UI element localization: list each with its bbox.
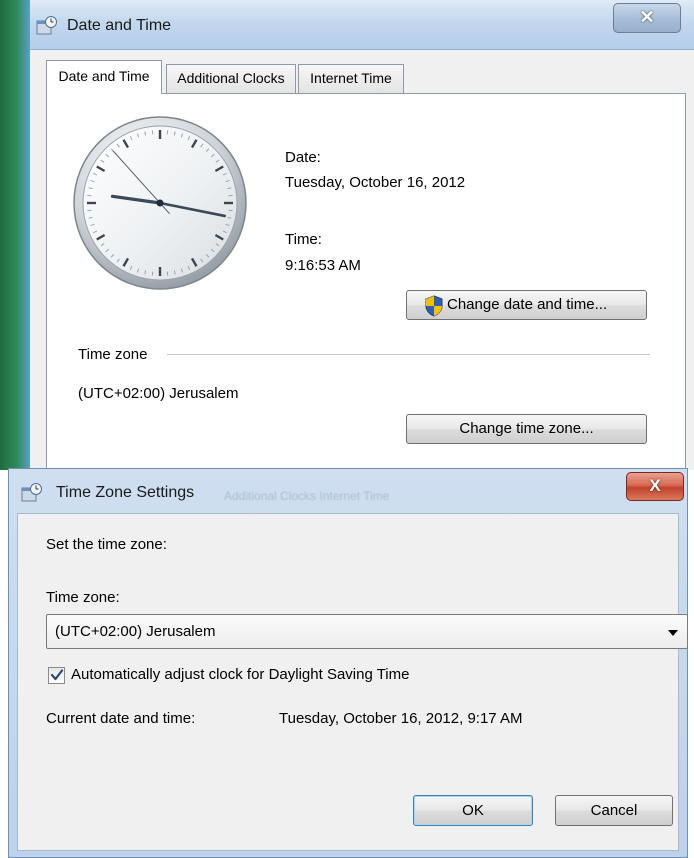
close-icon: ✕ [639, 7, 655, 27]
dst-checkbox[interactable] [48, 667, 65, 684]
change-date-and-time-button[interactable]: Change date and time... [406, 290, 647, 320]
current-date-time-label: Current date and time: [46, 710, 196, 727]
cancel-label: Cancel [590, 802, 638, 819]
time-zone-selected: (UTC+02:00) Jerusalem [55, 623, 216, 640]
analog-clock [71, 114, 249, 292]
date-time-app-icon [36, 16, 58, 36]
date-time-app-icon [21, 483, 43, 503]
instruction-text: Set the time zone: [46, 536, 167, 553]
time-zone-titlebar[interactable]: Time Zone Settings Additional Clocks Int… [9, 469, 687, 513]
time-zone-divider [167, 354, 650, 355]
time-zone-settings-window: Time Zone Settings Additional Clocks Int… [8, 468, 688, 858]
time-value: 9:16:53 AM [285, 257, 361, 274]
time-zone-label: Time zone: [46, 589, 120, 606]
tab-internet-time[interactable]: Internet Time [298, 64, 404, 93]
time-zone-body: Set the time zone: Time zone: (UTC+02:00… [17, 513, 688, 851]
date-value: Tuesday, October 16, 2012 [285, 174, 466, 191]
ok-button[interactable]: OK [413, 795, 533, 826]
clock-center [156, 199, 164, 207]
time-label: Time: [285, 231, 322, 248]
date-time-tab-panel: Date: Tuesday, October 16, 2012 Time: 9:… [46, 93, 686, 473]
dst-checkbox-label[interactable]: Automatically adjust clock for Daylight … [71, 666, 409, 683]
desktop-edge [0, 0, 30, 470]
time-zone-heading: Time zone [78, 346, 148, 363]
time-zone-dropdown[interactable]: (UTC+02:00) Jerusalem [46, 614, 688, 649]
window-title: Time Zone Settings [56, 484, 195, 501]
close-icon: X [649, 476, 661, 495]
tab-label: Date and Time [58, 68, 150, 84]
date-label: Date: [285, 149, 321, 166]
dropdown-arrow-icon [668, 630, 678, 636]
ok-label: OK [462, 802, 484, 819]
tab-label: Internet Time [310, 70, 392, 86]
close-button[interactable]: ✕ [613, 3, 681, 33]
close-button[interactable]: X [626, 472, 684, 501]
current-date-time-value: Tuesday, October 16, 2012, 9:17 AM [279, 710, 523, 727]
window-title: Date and Time [67, 17, 172, 34]
change-time-zone-button[interactable]: Change time zone... [406, 414, 647, 444]
tab-date-and-time[interactable]: Date and Time [46, 60, 162, 94]
ghost-tab-text: Additional Clocks Internet Time [224, 489, 390, 503]
change-date-and-time-label: Change date and time... [447, 296, 608, 313]
cancel-button[interactable]: Cancel [555, 795, 673, 826]
check-icon [50, 669, 64, 681]
date-time-titlebar[interactable]: Date and Time ✕ [30, 0, 694, 50]
change-time-zone-label: Change time zone... [459, 420, 594, 437]
tab-label: Additional Clocks [177, 70, 285, 86]
date-time-window: Date and Time ✕ Date and Time Additional… [0, 0, 694, 473]
tab-additional-clocks[interactable]: Additional Clocks [166, 64, 296, 93]
time-zone-value: (UTC+02:00) Jerusalem [78, 385, 239, 402]
uac-shield-icon [424, 295, 444, 321]
date-time-body: Date and Time Additional Clocks Internet… [30, 50, 694, 473]
